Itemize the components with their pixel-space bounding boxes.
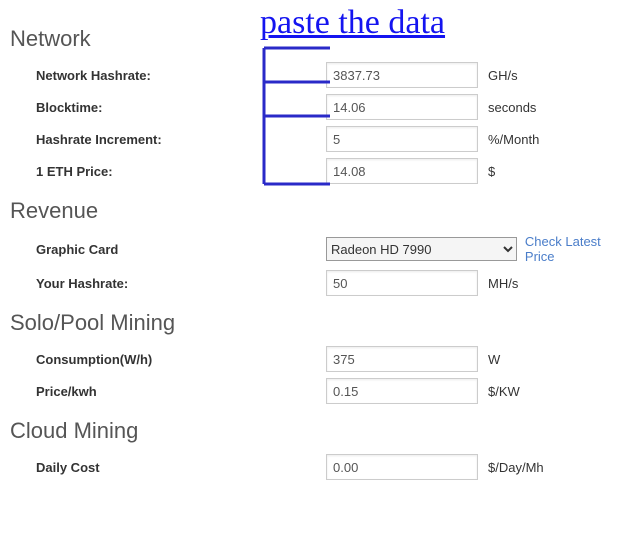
price-kwh-input[interactable] [326, 378, 478, 404]
daily-cost-label: Daily Cost [36, 460, 326, 475]
consumption-label: Consumption(W/h) [36, 352, 326, 367]
revenue-heading: Revenue [10, 198, 629, 224]
solopool-heading: Solo/Pool Mining [10, 310, 629, 336]
eth-price-label: 1 ETH Price: [36, 164, 326, 179]
network-heading: Network [10, 26, 629, 52]
daily-cost-row: Daily Cost $/Day/Mh [10, 454, 629, 480]
eth-price-input[interactable] [326, 158, 478, 184]
blocktime-row: Blocktime: seconds [10, 94, 629, 120]
blocktime-unit: seconds [488, 100, 536, 115]
hashrate-increment-input[interactable] [326, 126, 478, 152]
consumption-unit: W [488, 352, 500, 367]
eth-price-unit: $ [488, 164, 495, 179]
consumption-input[interactable] [326, 346, 478, 372]
gpu-row: Graphic Card Radeon HD 7990 Check Latest… [10, 234, 629, 264]
price-kwh-label: Price/kwh [36, 384, 326, 399]
cloud-heading: Cloud Mining [10, 418, 629, 444]
hashrate-increment-row: Hashrate Increment: %/Month [10, 126, 629, 152]
daily-cost-input[interactable] [326, 454, 478, 480]
check-price-link[interactable]: Check Latest Price [525, 234, 629, 264]
network-hashrate-input[interactable] [326, 62, 478, 88]
your-hashrate-input[interactable] [326, 270, 478, 296]
eth-price-row: 1 ETH Price: $ [10, 158, 629, 184]
price-kwh-unit: $/KW [488, 384, 520, 399]
your-hashrate-row: Your Hashrate: MH/s [10, 270, 629, 296]
price-kwh-row: Price/kwh $/KW [10, 378, 629, 404]
consumption-row: Consumption(W/h) W [10, 346, 629, 372]
hashrate-increment-unit: %/Month [488, 132, 539, 147]
blocktime-input[interactable] [326, 94, 478, 120]
hashrate-increment-label: Hashrate Increment: [36, 132, 326, 147]
network-hashrate-row: Network Hashrate: GH/s [10, 62, 629, 88]
network-hashrate-label: Network Hashrate: [36, 68, 326, 83]
daily-cost-unit: $/Day/Mh [488, 460, 544, 475]
gpu-label: Graphic Card [36, 242, 326, 257]
blocktime-label: Blocktime: [36, 100, 326, 115]
network-hashrate-unit: GH/s [488, 68, 518, 83]
your-hashrate-label: Your Hashrate: [36, 276, 326, 291]
your-hashrate-unit: MH/s [488, 276, 518, 291]
gpu-select[interactable]: Radeon HD 7990 [326, 237, 517, 261]
